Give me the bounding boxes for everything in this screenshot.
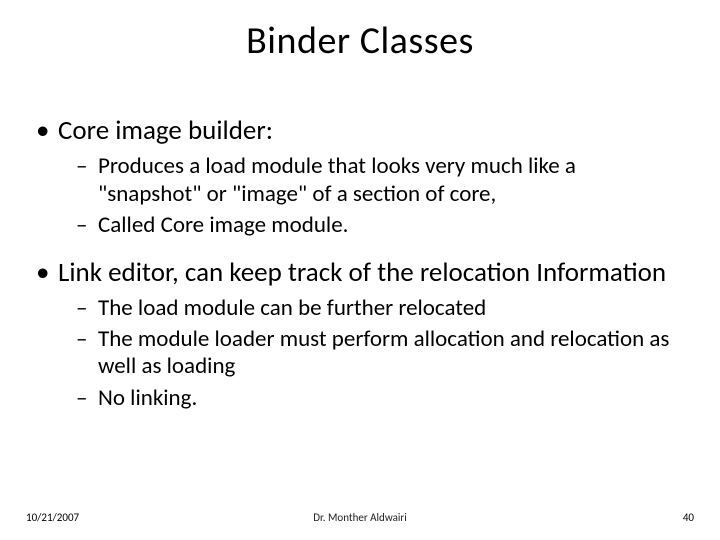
slide-body: Core image builder: Produces a load modu…	[36, 115, 684, 416]
slide-title: Binder Classes	[0, 18, 720, 64]
bullet-level2: The module loader must perform allocatio…	[36, 326, 684, 380]
footer-author: Dr. Monther Aldwairi	[0, 511, 720, 524]
bullet-level2: Called Core image module.	[36, 212, 684, 239]
footer-page-number: 40	[683, 511, 694, 524]
slide: Binder Classes Core image builder: Produ…	[0, 0, 720, 540]
bullet-level1: Core image builder:	[36, 115, 684, 147]
bullet-level2: The load module can be further relocated	[36, 295, 684, 322]
spacer	[36, 243, 684, 257]
bullet-level1: Link editor, can keep track of the reloc…	[36, 257, 684, 289]
bullet-level2: No linking.	[36, 385, 684, 412]
bullet-level2: Produces a load module that looks very m…	[36, 153, 684, 207]
